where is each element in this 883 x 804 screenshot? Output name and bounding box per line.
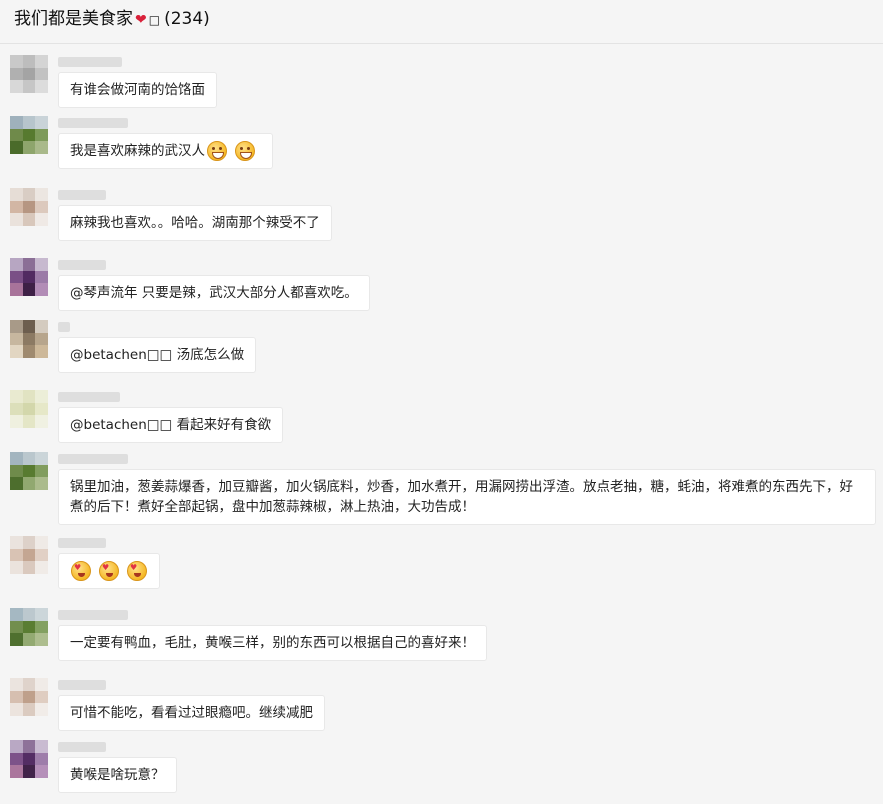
- sender-name-blurred: [58, 57, 122, 67]
- message-bubble[interactable]: 黄喉是啥玩意？: [58, 757, 177, 793]
- message-bubble[interactable]: 麻辣我也喜欢。。哈哈。湖南那个辣受不了: [58, 205, 332, 241]
- avatar[interactable]: [10, 452, 48, 490]
- message-text: 我是喜欢麻辣的武汉人: [70, 143, 205, 159]
- message-bubble[interactable]: 有谁会做河南的饸饹面: [58, 72, 217, 108]
- avatar[interactable]: [10, 608, 48, 646]
- sender-name-blurred: [58, 538, 106, 548]
- sender-name-blurred: [58, 118, 128, 128]
- avatar[interactable]: [10, 536, 48, 574]
- message-bubble[interactable]: @betachen□□ 看起来好有食欲: [58, 407, 284, 443]
- heart-icon: ❤: [135, 12, 147, 28]
- heart-eyes-icon: [71, 561, 91, 581]
- heart-eyes-icon: [127, 561, 147, 581]
- message-text: @琴声流年 只要是辣，武汉大部分人都喜欢吃。: [70, 285, 358, 301]
- group-name: 我们都是美食家: [14, 9, 133, 29]
- message-bubble[interactable]: [58, 553, 160, 589]
- message-text: 锅里加油，葱姜蒜爆香，加豆瓣酱，加火锅底料，炒香，加水煮开，用漏网捞出浮渣。放点…: [70, 479, 853, 515]
- avatar[interactable]: [10, 55, 48, 93]
- group-title[interactable]: 我们都是美食家 ❤ □ (234): [14, 9, 210, 30]
- sender-name-blurred: [58, 610, 128, 620]
- sender-name-blurred: [58, 392, 120, 402]
- message-text: 麻辣我也喜欢。。哈哈。湖南那个辣受不了: [70, 215, 320, 231]
- message-bubble[interactable]: @betachen□□ 汤底怎么做: [58, 337, 257, 373]
- sender-name-blurred: [58, 190, 106, 200]
- avatar[interactable]: [10, 390, 48, 428]
- message-bubble[interactable]: @琴声流年 只要是辣，武汉大部分人都喜欢吃。: [58, 275, 370, 311]
- message-text: @betachen□□ 看起来好有食欲: [70, 417, 272, 433]
- avatar[interactable]: [10, 678, 48, 716]
- missing-glyph-box: □: [148, 13, 161, 27]
- sender-name-blurred: [58, 742, 106, 752]
- sender-name-blurred: [58, 322, 70, 332]
- sender-name-blurred: [58, 260, 106, 270]
- message-bubble[interactable]: 我是喜欢麻辣的武汉人: [58, 133, 273, 169]
- avatar[interactable]: [10, 258, 48, 296]
- member-count: (234): [164, 9, 210, 29]
- sender-name-blurred: [58, 454, 128, 464]
- grin-icon: [207, 141, 227, 161]
- message-text: 黄喉是啥玩意？: [70, 767, 165, 783]
- message-bubble[interactable]: 可惜不能吃，看看过过眼瘾吧。继续减肥: [58, 695, 325, 731]
- message-text: 一定要有鸭血，毛肚，黄喉三样，别的东西可以根据自己的喜好来！: [70, 635, 475, 651]
- message-text: 可惜不能吃，看看过过眼瘾吧。继续减肥: [70, 705, 313, 721]
- heart-eyes-icon: [99, 561, 119, 581]
- avatar[interactable]: [10, 188, 48, 226]
- avatar[interactable]: [10, 740, 48, 778]
- sender-name-blurred: [58, 680, 106, 690]
- message-bubble[interactable]: 一定要有鸭血，毛肚，黄喉三样，别的东西可以根据自己的喜好来！: [58, 625, 487, 661]
- message-text: 有谁会做河南的饸饹面: [70, 82, 205, 98]
- chat-header: 我们都是美食家 ❤ □ (234): [0, 0, 883, 44]
- message-bubble[interactable]: 锅里加油，葱姜蒜爆香，加豆瓣酱，加火锅底料，炒香，加水煮开，用漏网捞出浮渣。放点…: [58, 469, 876, 525]
- grin-icon: [235, 141, 255, 161]
- message-text: @betachen□□ 汤底怎么做: [70, 347, 245, 363]
- avatar[interactable]: [10, 116, 48, 154]
- avatar[interactable]: [10, 320, 48, 358]
